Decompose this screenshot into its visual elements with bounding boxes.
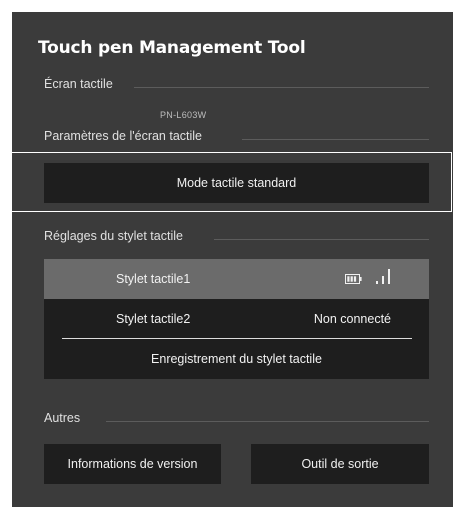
others-section-label: Autres bbox=[44, 411, 81, 425]
pen-settings-divider bbox=[214, 239, 429, 240]
pen-2-name: Stylet tactile2 bbox=[116, 312, 191, 326]
register-pen-button[interactable]: Enregistrement du stylet tactile bbox=[44, 339, 429, 379]
pen-list-panel: Stylet tactile1 Stylet tactile2 Non conn… bbox=[44, 259, 429, 379]
screen-section-label: Écran tactile bbox=[44, 77, 113, 91]
pen-row-2[interactable]: Stylet tactile2 Non connecté bbox=[44, 299, 429, 339]
pen-settings-section-label: Réglages du stylet tactile bbox=[44, 229, 183, 243]
others-divider bbox=[106, 421, 429, 422]
device-name: PN-L603W bbox=[160, 110, 207, 120]
pen-row-1[interactable]: Stylet tactile1 bbox=[44, 259, 429, 299]
battery-icon bbox=[345, 274, 362, 284]
exit-tool-button[interactable]: Outil de sortie bbox=[251, 444, 429, 484]
signal-strength-icon bbox=[376, 269, 390, 284]
pen-1-name: Stylet tactile1 bbox=[116, 272, 191, 286]
version-info-button[interactable]: Informations de version bbox=[44, 444, 221, 484]
touch-mode-button[interactable]: Mode tactile standard bbox=[44, 163, 429, 203]
window-lower: Réglages du stylet tactile Stylet tactil… bbox=[12, 212, 453, 507]
screen-settings-section-label: Paramètres de l'écran tactile bbox=[44, 129, 203, 143]
screen-section-divider bbox=[134, 87, 429, 88]
screen-settings-divider bbox=[242, 139, 429, 140]
pen-2-status: Non connecté bbox=[313, 312, 391, 326]
app-title: Touch pen Management Tool bbox=[38, 38, 306, 58]
